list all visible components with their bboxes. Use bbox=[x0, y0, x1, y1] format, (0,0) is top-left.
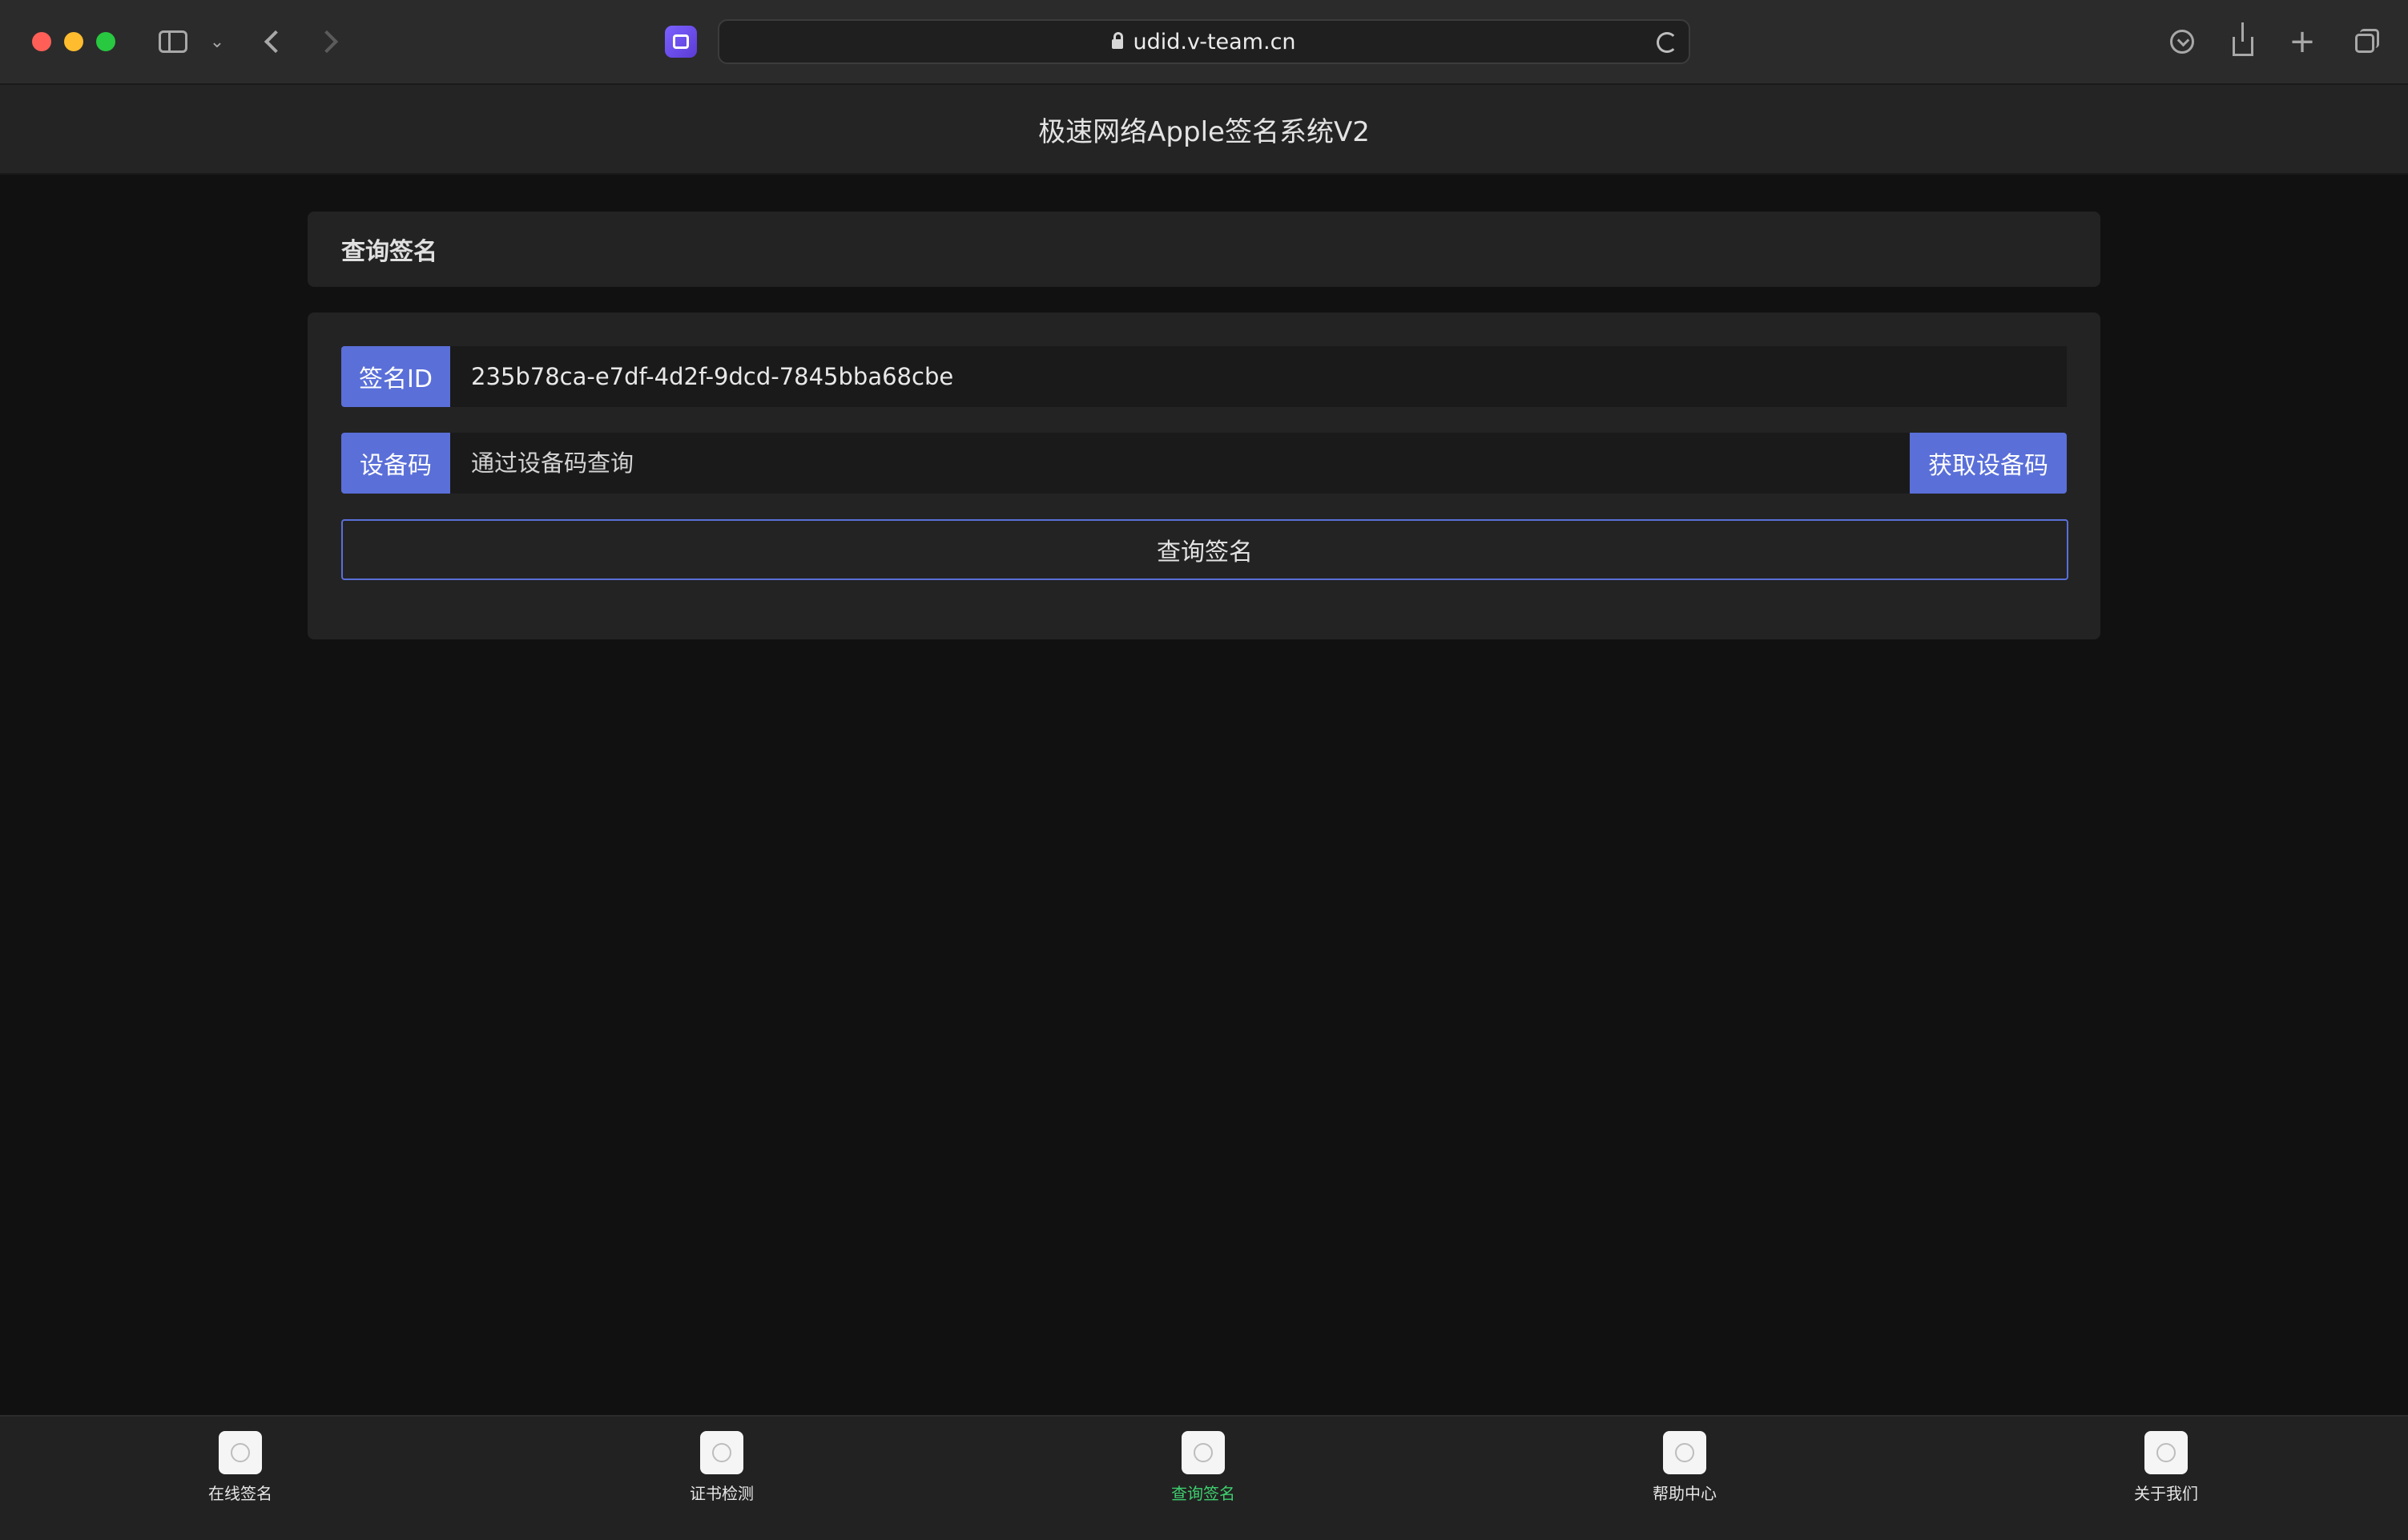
browser-toolbar: ⌄ udid.v-team.cn + bbox=[0, 0, 2408, 85]
tabs-icon[interactable] bbox=[2346, 24, 2381, 59]
download-icon[interactable] bbox=[2164, 24, 2200, 59]
lock-icon bbox=[1112, 32, 1124, 49]
tab-label: 证书检测 bbox=[690, 1484, 754, 1503]
tab-certificate-check[interactable]: 证书检测 bbox=[642, 1431, 802, 1527]
chevron-right-icon bbox=[314, 24, 346, 59]
sidebar-icon[interactable] bbox=[155, 24, 191, 59]
reload-icon[interactable] bbox=[1657, 32, 1677, 53]
sign-id-group: 签名ID 235b78ca-e7df-4d2f-9dcd-7845bba68cb… bbox=[341, 346, 2067, 407]
tab-about-us[interactable]: 关于我们 bbox=[2086, 1431, 2246, 1527]
device-code-group: 设备码 获取设备码 bbox=[341, 433, 2067, 494]
chevron-down-icon[interactable]: ⌄ bbox=[207, 24, 228, 59]
tab-label: 帮助中心 bbox=[1653, 1484, 1717, 1503]
close-window-button[interactable] bbox=[32, 32, 51, 51]
chevron-left-icon[interactable] bbox=[256, 24, 288, 59]
tab-label: 在线签名 bbox=[208, 1484, 272, 1503]
url-text: udid.v-team.cn bbox=[1133, 29, 1296, 54]
tab-icon bbox=[1182, 1431, 1225, 1474]
tab-label: 查询签名 bbox=[1171, 1484, 1235, 1503]
sign-id-field[interactable]: 235b78ca-e7df-4d2f-9dcd-7845bba68cbe bbox=[450, 346, 2067, 407]
bottom-tab-bar: 在线签名 证书检测 查询签名 帮助中心 关于我们 bbox=[0, 1415, 2408, 1540]
device-code-input[interactable] bbox=[450, 433, 1910, 494]
address-bar[interactable]: udid.v-team.cn bbox=[718, 19, 1690, 64]
tab-icon bbox=[2144, 1431, 2188, 1474]
site-header: 极速网络Apple签名系统V2 bbox=[0, 85, 2408, 175]
tab-icon bbox=[219, 1431, 262, 1474]
extension-icon[interactable] bbox=[665, 26, 697, 58]
tab-label: 关于我们 bbox=[2134, 1484, 2198, 1503]
plus-icon[interactable]: + bbox=[2285, 23, 2320, 60]
panel-heading: 查询签名 bbox=[308, 212, 2100, 287]
zoom-window-button[interactable] bbox=[96, 32, 115, 51]
share-icon[interactable] bbox=[2225, 22, 2261, 59]
tab-icon bbox=[1663, 1431, 1706, 1474]
get-device-code-button[interactable]: 获取设备码 bbox=[1910, 433, 2067, 494]
device-code-label: 设备码 bbox=[341, 433, 450, 494]
page-title: 极速网络Apple签名系统V2 bbox=[1038, 115, 1370, 148]
tab-icon bbox=[700, 1431, 743, 1474]
minimize-window-button[interactable] bbox=[64, 32, 83, 51]
tab-online-sign[interactable]: 在线签名 bbox=[160, 1431, 320, 1527]
query-form-panel: 签名ID 235b78ca-e7df-4d2f-9dcd-7845bba68cb… bbox=[308, 312, 2100, 639]
panel-title: 查询签名 bbox=[341, 238, 437, 266]
sign-id-label: 签名ID bbox=[341, 346, 450, 407]
tab-help-center[interactable]: 帮助中心 bbox=[1605, 1431, 1765, 1527]
tab-query-sign[interactable]: 查询签名 bbox=[1123, 1431, 1283, 1527]
query-signature-button[interactable]: 查询签名 bbox=[341, 519, 2068, 580]
